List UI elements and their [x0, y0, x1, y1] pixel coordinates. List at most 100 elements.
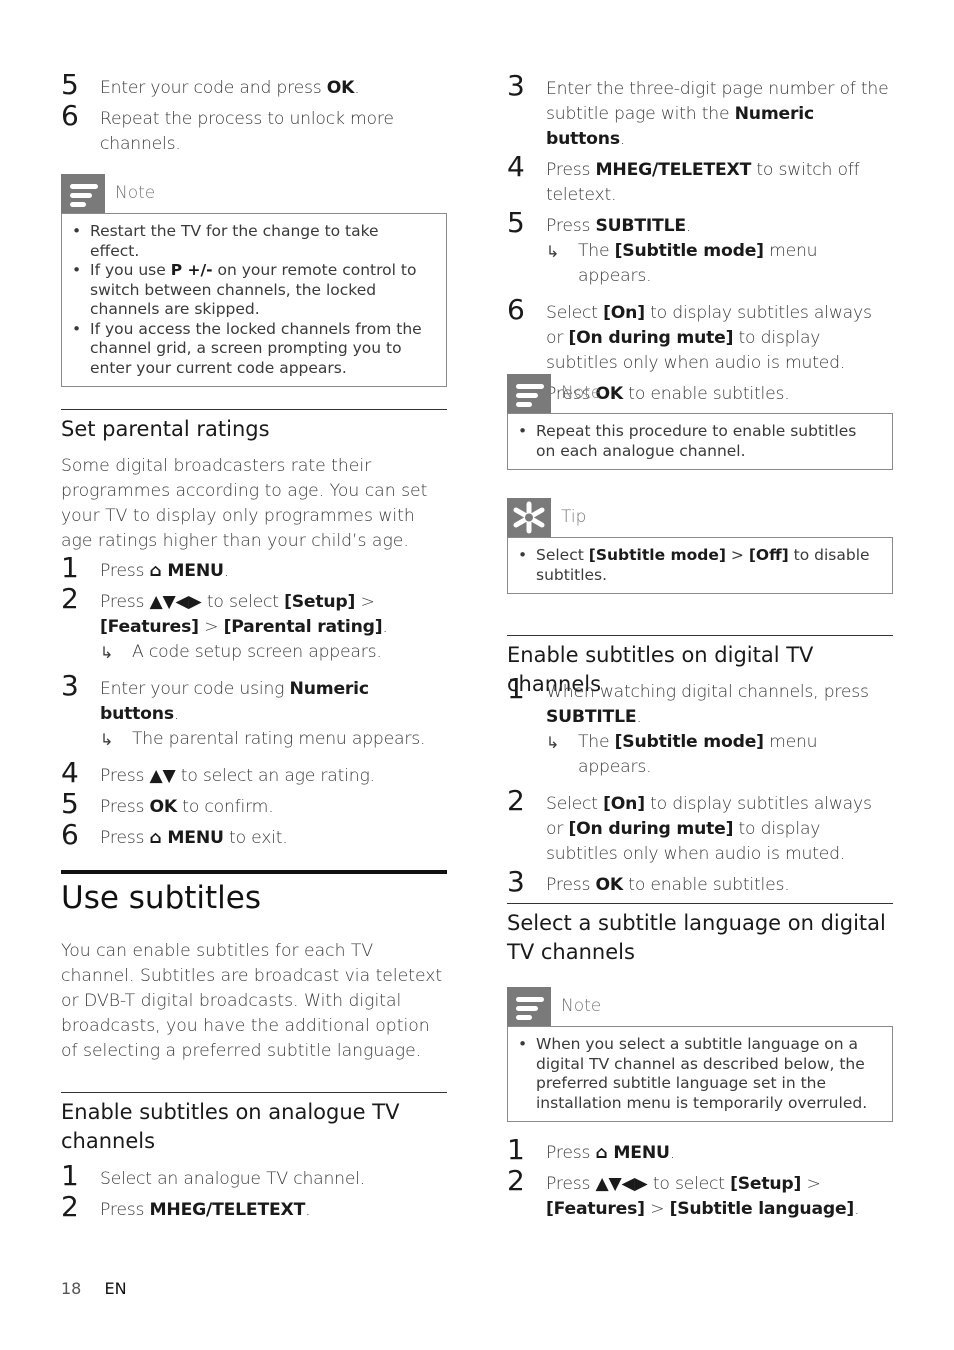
step-text: When watching digital channels, press SU…: [546, 680, 893, 730]
text-run: >: [644, 1199, 670, 1219]
emphasis-text: OK: [595, 875, 624, 895]
step-item: 5 Enter your code and press OK.: [61, 70, 447, 101]
section-heading-parental: Set parental ratings: [61, 409, 447, 444]
subtitles-intro: You can enable subtitles for each TV cha…: [61, 941, 443, 1061]
emphasis-text: [Subtitle mode]: [614, 732, 764, 752]
note-bullet: Select [Subtitle mode] > [Off] to disabl…: [518, 546, 878, 585]
emphasis-text: ▲▼: [149, 766, 176, 786]
text-run: Press: [100, 797, 150, 817]
step-number: 4: [61, 756, 79, 789]
step-number: 3: [507, 69, 525, 102]
text-run: to confirm.: [177, 797, 274, 817]
result-text: The [Subtitle mode] menu appears.: [578, 732, 818, 777]
step-result: ↳ The [Subtitle mode] menu appears.: [546, 730, 893, 780]
emphasis-text: MHEG/TELETEXT: [149, 1200, 306, 1220]
step-item: 5 Press SUBTITLE. ↳ The [Subtitle mode] men…: [507, 208, 893, 289]
steps-parental: 1 Press ⌂ MENU. 2 Press ▲▼◀▶ to select [Set…: [61, 553, 447, 857]
step-number: 6: [61, 99, 79, 132]
emphasis-text: [On during mute]: [568, 328, 734, 348]
emphasis-text: [Features]: [546, 1199, 645, 1219]
step-number: 2: [61, 1190, 79, 1223]
text-run: When you select a subtitle language on a…: [536, 1035, 868, 1112]
step-item: 3 Enter the three-digit page number of th…: [507, 71, 893, 152]
note-header: Note: [61, 174, 447, 213]
text-run: Press: [100, 592, 150, 612]
emphasis-text: [Subtitle mode]: [614, 241, 764, 261]
step-item: 1 Press ⌂ MENU.: [507, 1135, 893, 1166]
step-text: Enter the three-digit page number of the…: [546, 77, 893, 152]
step-number: 1: [507, 672, 525, 705]
note-lines-icon: [507, 987, 551, 1026]
note-body: Repeat this procedure to enable subtitle…: [507, 413, 893, 470]
text-run: Press: [546, 160, 596, 180]
note-header: Tip: [507, 498, 893, 537]
text-run: >: [725, 546, 749, 564]
emphasis-text: ▲▼◀▶: [595, 1174, 648, 1194]
step-item: 5 Press OK to confirm.: [61, 789, 447, 820]
text-run: Press: [100, 828, 150, 848]
text-run: .: [223, 561, 230, 581]
text-run: Select: [546, 794, 604, 814]
text-run: Repeat this procedure to enable subtitle…: [536, 422, 857, 460]
step-number: 1: [507, 1133, 525, 1166]
step-text: Press ⌂ MENU to exit.: [100, 826, 447, 851]
emphasis-text: [On]: [603, 794, 645, 814]
step-text: Press ⌂ MENU.: [546, 1141, 893, 1166]
emphasis-text: [Off]: [748, 546, 789, 564]
emphasis-text: SUBTITLE: [595, 216, 687, 236]
page-number: 18: [61, 1279, 82, 1298]
step-text: Press ▲▼◀▶ to select [Setup] > [Features…: [546, 1172, 893, 1222]
tip-box: Tip Select [Subtitle mode] > [Off] to dis…: [507, 498, 893, 594]
step-text: Enter your code and press OK.: [100, 76, 447, 101]
step-text: Select [On] to display subtitles always …: [546, 792, 893, 867]
note-bullet: If you use P +/- on your remote control …: [72, 261, 432, 320]
result-arrow-icon: ↳: [546, 242, 560, 261]
step-item: 2 Press ▲▼◀▶ to select [Setup] > [Feature…: [507, 1166, 893, 1222]
note-header: Note: [507, 374, 893, 413]
step-result: ↳ A code setup screen appears.: [100, 640, 447, 665]
result-arrow-icon: ↳: [100, 643, 114, 662]
text-run: Press: [546, 875, 596, 895]
step-number: 3: [61, 669, 79, 702]
emphasis-text: OK: [149, 797, 178, 817]
steps-analogue: 1 Select an analogue TV channel. 2 Press MH…: [61, 1161, 447, 1229]
step-item: 4 Press ▲▼ to select an age rating.: [61, 758, 447, 789]
text-run: .: [685, 216, 692, 236]
tip-asterisk-icon: [507, 498, 551, 537]
step-text: Press MHEG/TELETEXT to switch off telete…: [546, 158, 893, 208]
note-header: Note: [507, 987, 893, 1026]
note-label: Note: [561, 383, 602, 403]
step-item: 6 Select [On] to display subtitles always…: [507, 295, 893, 376]
section-heading-analogue: Enable subtitles on analogue TV channels: [61, 1092, 447, 1156]
step-number: 2: [507, 1164, 525, 1197]
step-text: Press MHEG/TELETEXT.: [100, 1198, 447, 1223]
text-run: .: [669, 1143, 676, 1163]
text-run: >: [198, 617, 224, 637]
step-item: 1 Select an analogue TV channel.: [61, 1161, 447, 1192]
text-run: Press: [100, 766, 150, 786]
note-box-unlock: Note Restart the TV for the change to tak…: [61, 174, 447, 387]
text-run: Press: [546, 1174, 596, 1194]
text-run: Select: [546, 303, 604, 323]
step-text: Press ⌂ MENU.: [100, 559, 447, 584]
emphasis-text: MHEG/TELETEXT: [595, 160, 752, 180]
text-run: Enter your code and press: [100, 78, 327, 98]
step-number: 2: [507, 784, 525, 817]
text-run: Select: [536, 546, 589, 564]
steps-digital: 1 When watching digital channels, press S…: [507, 674, 893, 904]
step-number: 2: [61, 582, 79, 615]
emphasis-text: OK: [326, 78, 355, 98]
page-title-use-subtitles: Use subtitles: [61, 870, 447, 918]
text-run: to select: [201, 592, 285, 612]
text-run: Press: [100, 1200, 150, 1220]
emphasis-text: [Setup]: [730, 1174, 802, 1194]
parental-intro: Some digital broadcasters rate their pro…: [61, 456, 428, 551]
result-arrow-icon: ↳: [546, 733, 560, 752]
text-run: to exit.: [223, 828, 288, 848]
emphasis-text: [On]: [603, 303, 645, 323]
steps-unlock: 5 Enter your code and press OK. 6 Repeat th…: [61, 70, 447, 163]
emphasis-text: [On during mute]: [568, 819, 734, 839]
section-heading-language: Select a subtitle language on digital TV…: [507, 903, 893, 967]
note-box-analogue: Note Repeat this procedure to enable subt…: [507, 374, 893, 470]
text-run: >: [355, 592, 375, 612]
